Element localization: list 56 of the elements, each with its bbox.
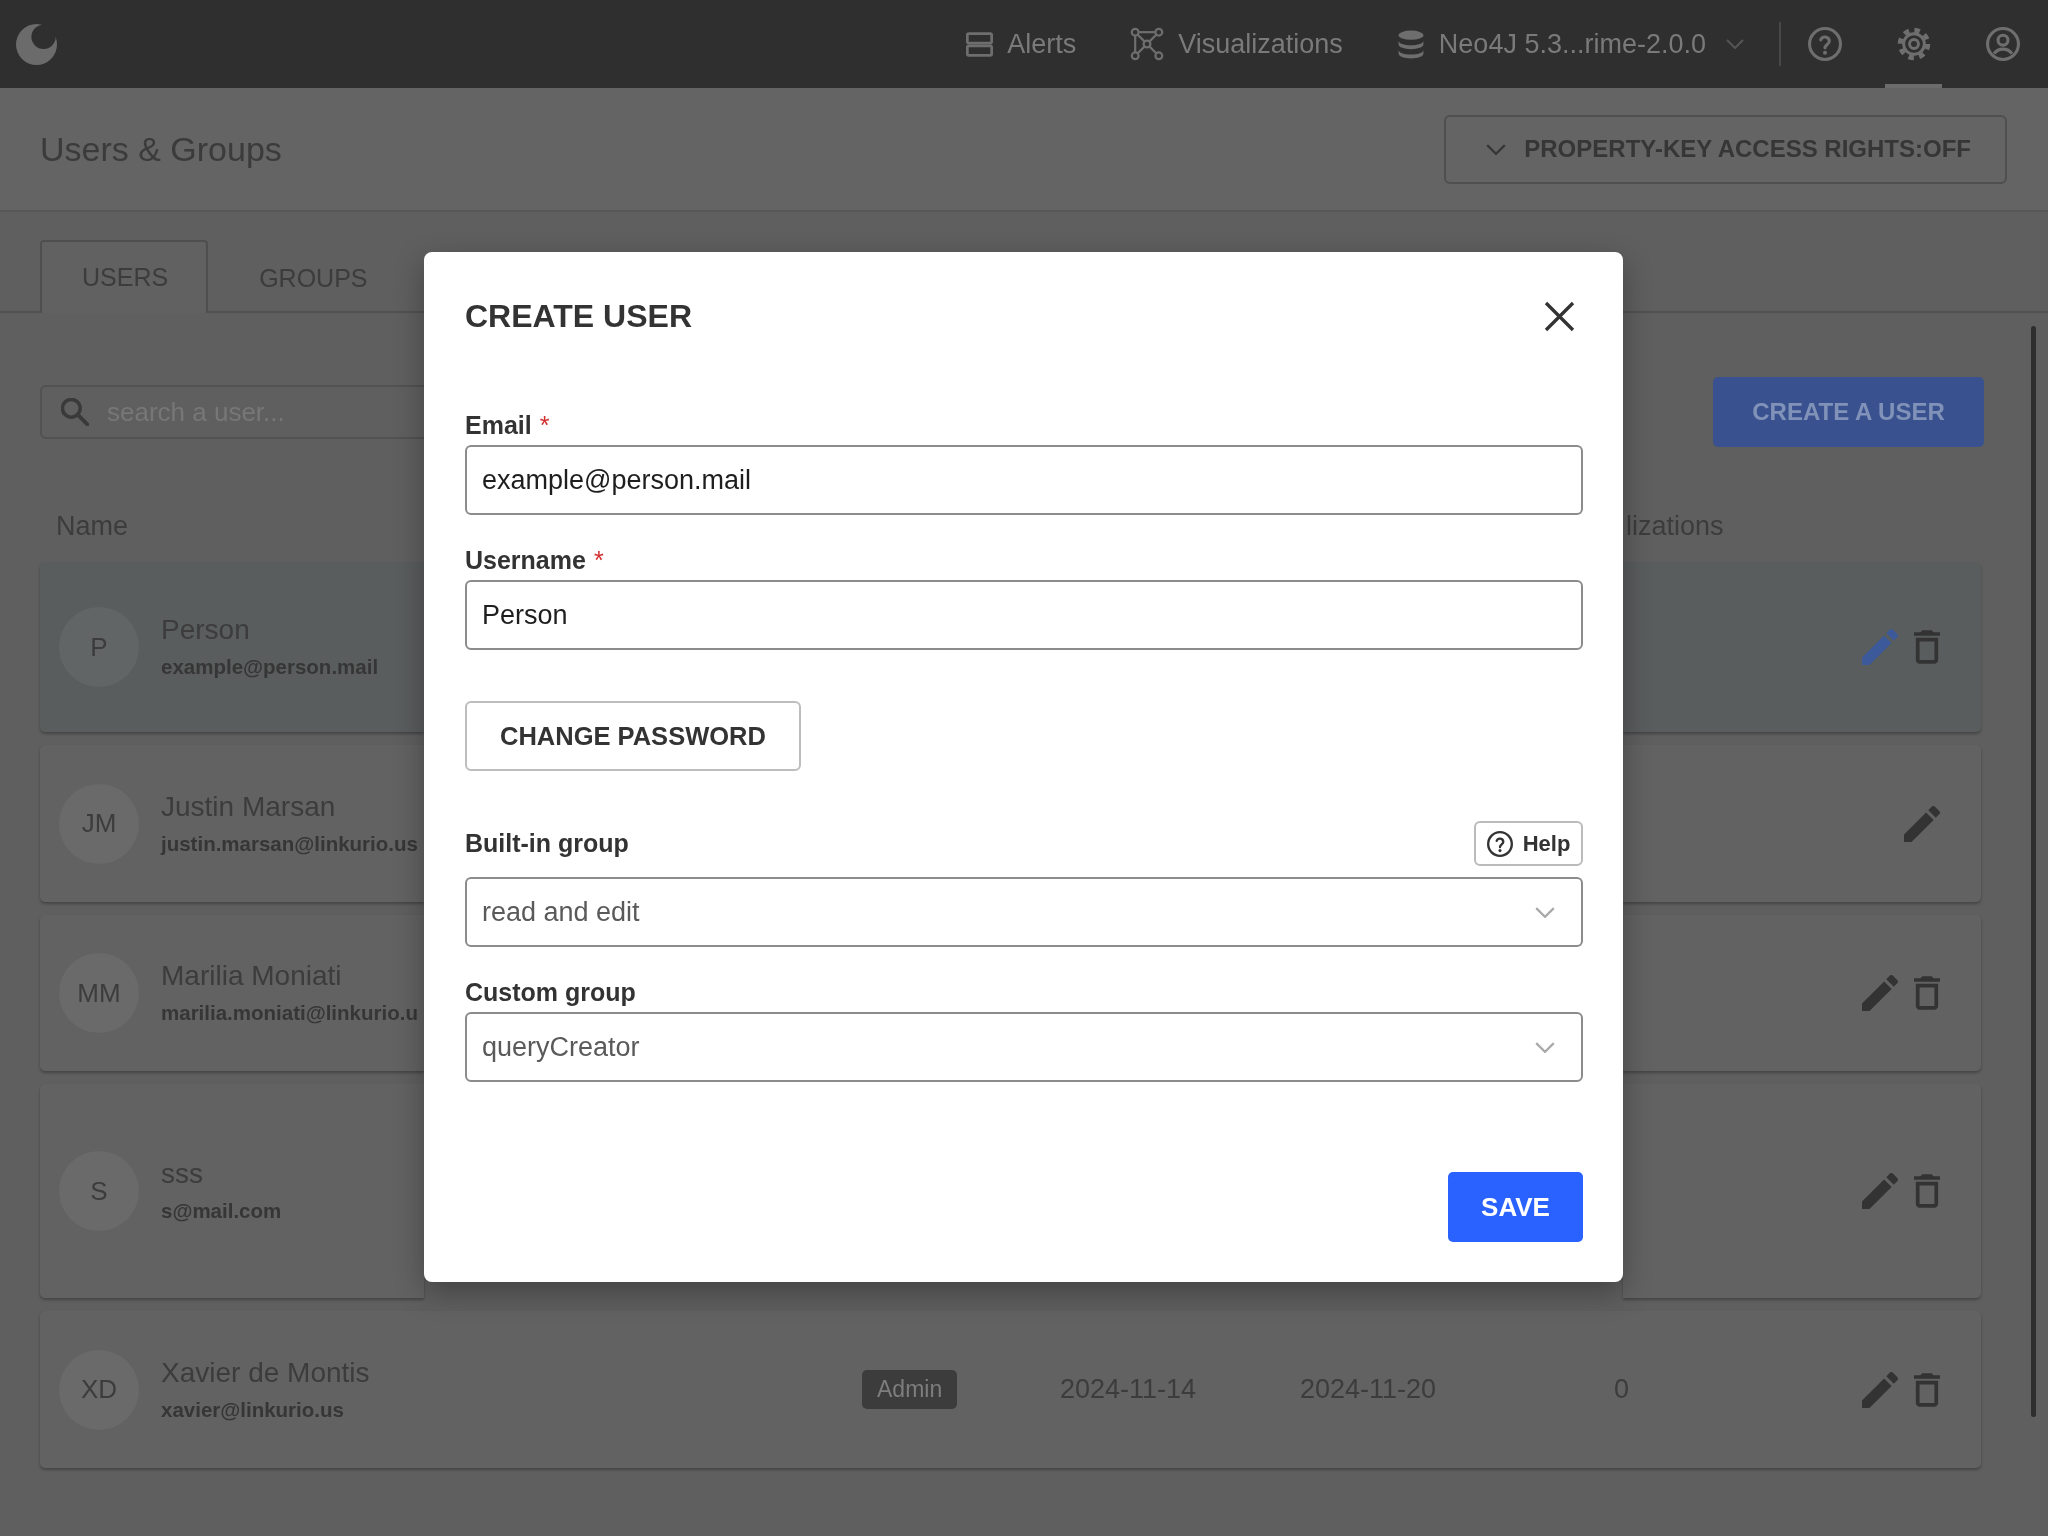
required-mark: * xyxy=(593,545,604,575)
chevron-down-icon xyxy=(1535,1041,1555,1053)
trash-icon xyxy=(1914,1174,1940,1208)
nav-link[interactable]: Visualizations xyxy=(1130,27,1343,61)
logo-icon xyxy=(16,23,57,65)
field-label: Email xyxy=(465,410,532,440)
help-button[interactable]: Help xyxy=(1474,821,1583,866)
row-actions[interactable] xyxy=(1623,562,1981,732)
datasource-dropdown[interactable]: Neo4J 5.3...rime-2.0.0 xyxy=(1396,28,1744,60)
trash-icon xyxy=(1914,976,1940,1010)
edit-button[interactable] xyxy=(1862,1371,1898,1408)
delete-button[interactable] xyxy=(1914,630,1940,664)
select-field[interactable]: queryCreator xyxy=(465,1012,1583,1082)
delete-button[interactable] xyxy=(1914,1174,1940,1208)
database-icon xyxy=(1396,28,1425,60)
field-label: Username xyxy=(465,545,586,575)
dialog-title: CREATE USER xyxy=(465,297,692,335)
row-actions[interactable] xyxy=(1623,915,1981,1071)
row-actions[interactable] xyxy=(1623,1084,1981,1298)
edit-button[interactable] xyxy=(1862,975,1898,1011)
chevron-down-icon xyxy=(1535,906,1555,918)
pencil-icon xyxy=(1862,629,1898,665)
save-button[interactable]: SAVE xyxy=(1448,1172,1583,1242)
trash-icon xyxy=(1914,630,1940,664)
account-icon xyxy=(1985,27,2020,61)
search-icon xyxy=(61,398,89,426)
text-field[interactable]: Person xyxy=(465,580,1583,650)
settings-icon xyxy=(1896,27,1931,61)
pencil-icon xyxy=(1862,975,1898,1011)
trash-icon xyxy=(1914,1372,1940,1407)
select-field[interactable]: read and edit xyxy=(465,877,1583,947)
chevron-down-icon xyxy=(1486,143,1507,155)
close-icon xyxy=(1543,299,1576,333)
scrollbar-thumb[interactable] xyxy=(2031,326,2036,1417)
field-label: Built-in group xyxy=(465,829,629,858)
help-icon xyxy=(1807,27,1842,61)
field-label: Custom group xyxy=(465,977,636,1007)
change-password-button[interactable]: CHANGE PASSWORD xyxy=(465,701,801,771)
close-button[interactable] xyxy=(1543,299,1576,333)
text-field[interactable]: example@person.mail xyxy=(465,445,1583,515)
pencil-icon xyxy=(1862,1371,1898,1408)
pencil-icon xyxy=(1862,1173,1898,1209)
row-actions[interactable] xyxy=(1623,745,1981,902)
network-graph-icon xyxy=(1130,27,1165,61)
delete-button[interactable] xyxy=(1914,976,1940,1010)
nav-link[interactable]: Alerts xyxy=(966,28,1077,60)
edit-button[interactable] xyxy=(1904,805,1940,842)
stacked-bars-icon xyxy=(966,31,994,57)
role-badge: Admin xyxy=(862,1370,958,1409)
chevron-down-icon xyxy=(1726,39,1744,49)
pencil-icon xyxy=(1904,805,1940,842)
required-mark: * xyxy=(539,410,550,440)
create-user-button[interactable]: CREATE A USER xyxy=(1713,377,1984,447)
help-icon xyxy=(1486,830,1513,857)
edit-button[interactable] xyxy=(1862,1173,1898,1209)
delete-button[interactable] xyxy=(1914,1372,1940,1407)
